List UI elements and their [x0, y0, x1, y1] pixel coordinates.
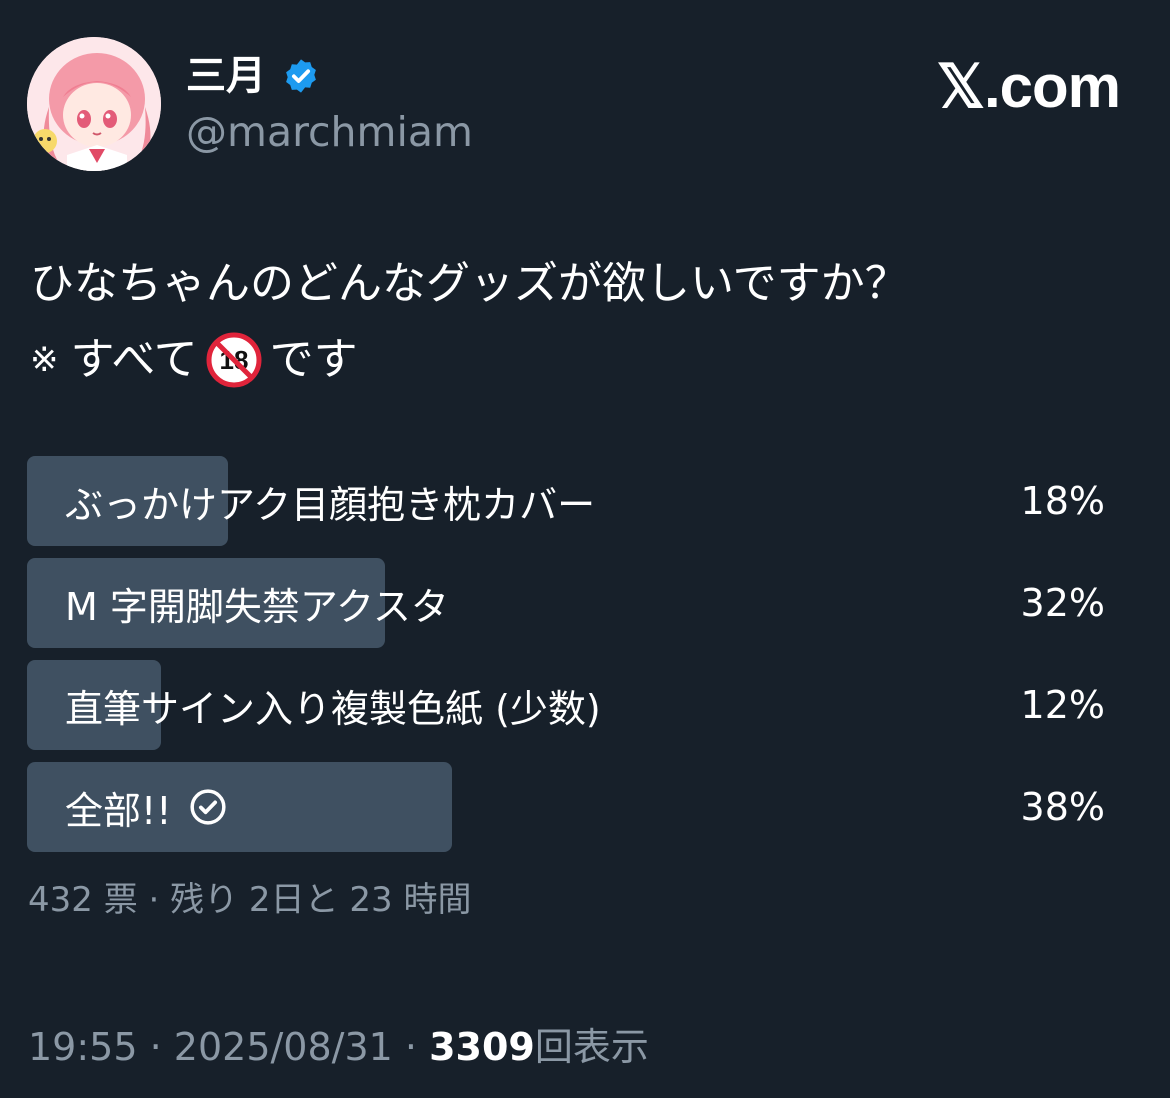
- avatar-illustration: [27, 37, 161, 171]
- poll-option-label: M 字開脚失禁アクスタ: [65, 584, 449, 629]
- no-under-18-icon: 18: [206, 332, 262, 388]
- poll-option-percent: 32%: [1020, 581, 1105, 625]
- poll-option-label: 全部!!: [65, 788, 172, 833]
- verified-badge-icon: [286, 59, 316, 93]
- poll-meta: 432 票 · 残り 2日と 23 時間: [28, 880, 472, 920]
- separator-dot: ·: [149, 1025, 162, 1069]
- reference-mark: ※: [30, 340, 59, 380]
- display-name[interactable]: 三月: [186, 50, 266, 102]
- poll-option-percent: 18%: [1020, 479, 1105, 523]
- post-text-line-1: ひなちゃんのどんなグッズが欲しいですか？: [30, 258, 909, 309]
- views-label: 回表示: [534, 1025, 649, 1069]
- x-com-logo: 𝕏.com: [936, 53, 1121, 120]
- post-text: ひなちゃんのどんなグッズが欲しいですか？ ※ すべて 18 です: [30, 246, 909, 398]
- poll-option-label: ぶっかけアク目顔抱き枕カバー: [65, 482, 596, 527]
- poll-option[interactable]: 全部!! 38%: [27, 762, 1117, 852]
- poll: ぶっかけアク目顔抱き枕カバー 18% M 字開脚失禁アクスタ 32% 直筆サイン…: [27, 456, 1117, 864]
- post-date[interactable]: 2025/08/31: [174, 1025, 393, 1069]
- poll-option-percent: 12%: [1020, 683, 1105, 727]
- tweet-meta: 19:55 · 2025/08/31 · 3309回表示: [28, 1022, 649, 1072]
- separator-dot: ·: [404, 1025, 418, 1069]
- post-text-line-2: ※ すべて 18 です: [30, 322, 909, 398]
- views-count[interactable]: 3309: [429, 1025, 535, 1069]
- avatar[interactable]: [27, 37, 161, 171]
- author-name-row[interactable]: 三月: [186, 50, 320, 102]
- check-circle-icon: [190, 789, 227, 825]
- post-time[interactable]: 19:55: [28, 1025, 138, 1069]
- poll-option[interactable]: M 字開脚失禁アクスタ 32%: [27, 558, 1117, 648]
- post-text-segment: すべて: [70, 334, 198, 385]
- poll-option-percent: 38%: [1020, 785, 1105, 829]
- author-handle[interactable]: @marchmiam: [186, 106, 473, 158]
- poll-option[interactable]: ぶっかけアク目顔抱き枕カバー 18%: [27, 456, 1117, 546]
- poll-option[interactable]: 直筆サイン入り複製色紙 (少数) 12%: [27, 660, 1117, 750]
- post-text-segment: です: [269, 334, 358, 385]
- poll-option-label: 直筆サイン入り複製色紙 (少数): [65, 686, 601, 731]
